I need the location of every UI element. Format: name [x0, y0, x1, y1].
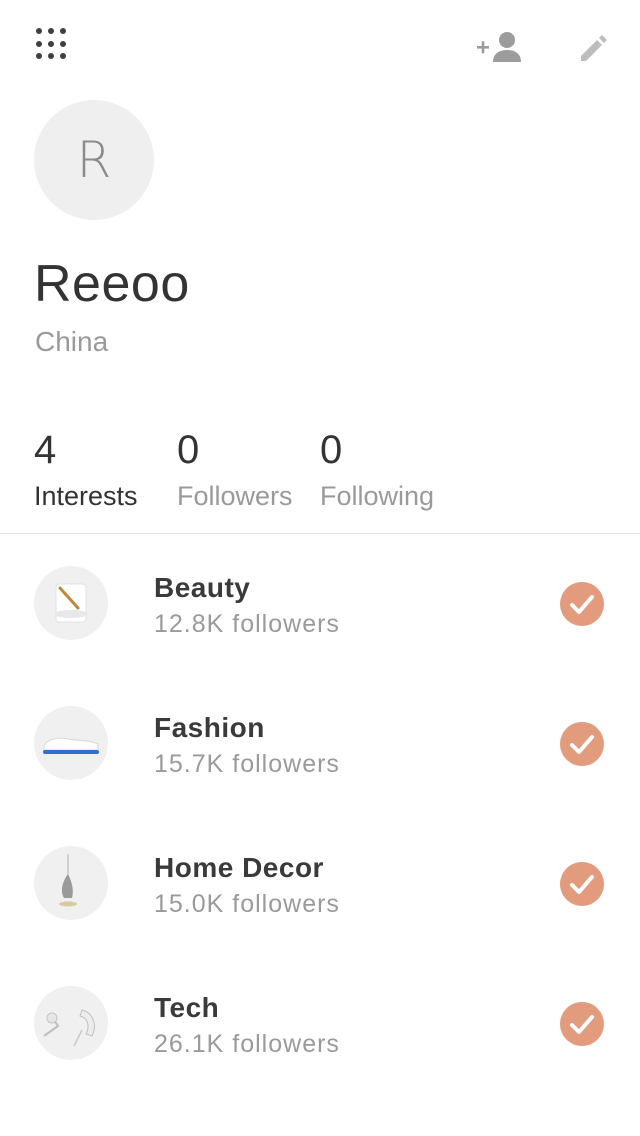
menu-dot — [60, 40, 66, 47]
follow-toggle[interactable] — [560, 582, 604, 626]
checkmark-icon — [570, 1015, 594, 1034]
menu-dot — [36, 28, 42, 34]
pencil-icon — [581, 35, 607, 61]
checkmark-icon — [570, 875, 594, 894]
interests-label: Interests — [34, 481, 138, 511]
interest-title: Fashion — [154, 712, 265, 743]
menu-dot — [48, 40, 54, 47]
menu-dot — [60, 53, 66, 60]
interest-title: Beauty — [154, 572, 251, 603]
add-user-icon — [477, 32, 521, 62]
checkmark-icon — [570, 595, 594, 614]
interest-followers: 15.7K followers — [154, 750, 340, 778]
avatar-initial: R — [76, 131, 112, 189]
add-user-button[interactable] — [474, 28, 524, 68]
tab-followers[interactable]: 0 Followers — [177, 428, 293, 516]
list-item[interactable]: Fashion 15.7K followers — [0, 674, 640, 814]
earphones-thumbnail — [34, 986, 108, 1060]
tab-following[interactable]: 0 Following — [320, 428, 434, 516]
profile-stats: 4 Interests 0 Followers 0 Following — [0, 428, 640, 518]
checkmark-icon — [570, 735, 594, 754]
interest-title: Tech — [154, 992, 220, 1023]
menu-dot — [36, 53, 42, 60]
interest-followers: 26.1K followers — [154, 1030, 340, 1058]
follow-toggle[interactable] — [560, 1002, 604, 1046]
pendant-lamp-thumbnail — [34, 846, 108, 920]
menu-dot — [48, 53, 54, 60]
list-item[interactable]: Home Decor 15.0K followers — [0, 814, 640, 954]
interest-title: Home Decor — [154, 852, 324, 883]
following-label: Following — [320, 481, 435, 511]
followers-label: Followers — [177, 481, 293, 511]
menu-dot — [60, 28, 66, 34]
menu-dot — [36, 40, 42, 47]
following-count: 0 — [320, 428, 343, 472]
candle-thumbnail — [34, 566, 108, 640]
follow-toggle[interactable] — [560, 722, 604, 766]
tab-interests[interactable]: 4 Interests — [34, 428, 138, 516]
interest-list: Beauty 12.8K followers Fashion 15.7K fol… — [0, 534, 640, 1094]
list-item[interactable]: Beauty 12.8K followers — [0, 534, 640, 674]
interest-followers: 12.8K followers — [154, 610, 340, 638]
top-bar — [0, 0, 640, 90]
interest-followers: 15.0K followers — [154, 890, 340, 918]
menu-dot — [48, 28, 54, 34]
shoe-thumbnail — [34, 706, 108, 780]
interests-count: 4 — [34, 428, 57, 472]
profile-name: Reeoo — [34, 255, 190, 313]
list-item[interactable]: Tech 26.1K followers — [0, 954, 640, 1094]
followers-count: 0 — [177, 428, 200, 472]
profile-location: China — [35, 326, 109, 357]
follow-toggle[interactable] — [560, 862, 604, 906]
avatar: R — [34, 100, 154, 220]
edit-profile-button[interactable] — [576, 30, 612, 66]
grid-menu-icon[interactable] — [36, 28, 68, 60]
